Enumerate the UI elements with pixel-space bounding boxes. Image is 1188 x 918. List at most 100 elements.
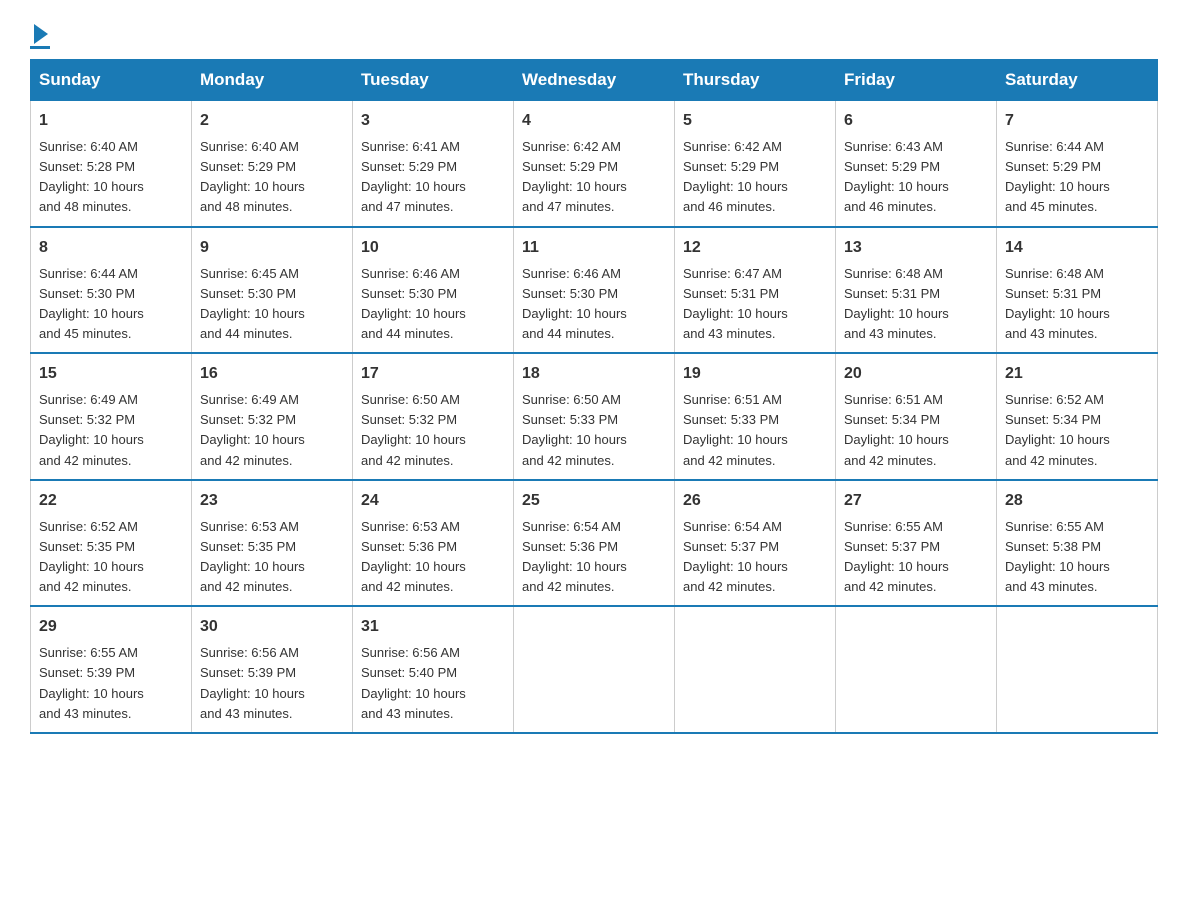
day-cell: 11 Sunrise: 6:46 AMSunset: 5:30 PMDaylig… (514, 227, 675, 354)
header-row: SundayMondayTuesdayWednesdayThursdayFrid… (31, 60, 1158, 101)
day-cell: 22 Sunrise: 6:52 AMSunset: 5:35 PMDaylig… (31, 480, 192, 607)
day-info: Sunrise: 6:47 AMSunset: 5:31 PMDaylight:… (683, 266, 788, 341)
day-number: 24 (361, 489, 505, 513)
day-number: 21 (1005, 362, 1149, 386)
logo-arrow-icon (34, 24, 48, 44)
day-info: Sunrise: 6:52 AMSunset: 5:34 PMDaylight:… (1005, 392, 1110, 467)
day-info: Sunrise: 6:49 AMSunset: 5:32 PMDaylight:… (39, 392, 144, 467)
day-number: 3 (361, 109, 505, 133)
day-number: 20 (844, 362, 988, 386)
col-header-tuesday: Tuesday (353, 60, 514, 101)
day-number: 28 (1005, 489, 1149, 513)
day-cell: 20 Sunrise: 6:51 AMSunset: 5:34 PMDaylig… (836, 353, 997, 480)
col-header-friday: Friday (836, 60, 997, 101)
day-number: 13 (844, 236, 988, 260)
col-header-sunday: Sunday (31, 60, 192, 101)
day-number: 26 (683, 489, 827, 513)
day-info: Sunrise: 6:51 AMSunset: 5:33 PMDaylight:… (683, 392, 788, 467)
day-number: 29 (39, 615, 183, 639)
day-info: Sunrise: 6:46 AMSunset: 5:30 PMDaylight:… (361, 266, 466, 341)
day-number: 31 (361, 615, 505, 639)
day-number: 16 (200, 362, 344, 386)
day-number: 22 (39, 489, 183, 513)
day-info: Sunrise: 6:54 AMSunset: 5:37 PMDaylight:… (683, 519, 788, 594)
day-cell: 26 Sunrise: 6:54 AMSunset: 5:37 PMDaylig… (675, 480, 836, 607)
day-info: Sunrise: 6:49 AMSunset: 5:32 PMDaylight:… (200, 392, 305, 467)
day-cell: 1 Sunrise: 6:40 AMSunset: 5:28 PMDayligh… (31, 101, 192, 227)
day-number: 1 (39, 109, 183, 133)
day-info: Sunrise: 6:48 AMSunset: 5:31 PMDaylight:… (1005, 266, 1110, 341)
day-cell: 21 Sunrise: 6:52 AMSunset: 5:34 PMDaylig… (997, 353, 1158, 480)
day-cell: 24 Sunrise: 6:53 AMSunset: 5:36 PMDaylig… (353, 480, 514, 607)
day-number: 15 (39, 362, 183, 386)
col-header-monday: Monday (192, 60, 353, 101)
day-info: Sunrise: 6:53 AMSunset: 5:36 PMDaylight:… (361, 519, 466, 594)
day-number: 9 (200, 236, 344, 260)
day-info: Sunrise: 6:40 AMSunset: 5:29 PMDaylight:… (200, 139, 305, 214)
day-number: 6 (844, 109, 988, 133)
day-cell: 14 Sunrise: 6:48 AMSunset: 5:31 PMDaylig… (997, 227, 1158, 354)
week-row-2: 8 Sunrise: 6:44 AMSunset: 5:30 PMDayligh… (31, 227, 1158, 354)
day-number: 25 (522, 489, 666, 513)
day-cell: 16 Sunrise: 6:49 AMSunset: 5:32 PMDaylig… (192, 353, 353, 480)
day-number: 14 (1005, 236, 1149, 260)
day-cell: 7 Sunrise: 6:44 AMSunset: 5:29 PMDayligh… (997, 101, 1158, 227)
calendar-table: SundayMondayTuesdayWednesdayThursdayFrid… (30, 59, 1158, 734)
day-number: 2 (200, 109, 344, 133)
day-cell: 9 Sunrise: 6:45 AMSunset: 5:30 PMDayligh… (192, 227, 353, 354)
day-cell: 6 Sunrise: 6:43 AMSunset: 5:29 PMDayligh… (836, 101, 997, 227)
day-info: Sunrise: 6:44 AMSunset: 5:29 PMDaylight:… (1005, 139, 1110, 214)
day-cell (836, 606, 997, 733)
day-cell: 3 Sunrise: 6:41 AMSunset: 5:29 PMDayligh… (353, 101, 514, 227)
day-number: 7 (1005, 109, 1149, 133)
day-number: 27 (844, 489, 988, 513)
day-cell: 13 Sunrise: 6:48 AMSunset: 5:31 PMDaylig… (836, 227, 997, 354)
day-cell: 2 Sunrise: 6:40 AMSunset: 5:29 PMDayligh… (192, 101, 353, 227)
day-cell: 23 Sunrise: 6:53 AMSunset: 5:35 PMDaylig… (192, 480, 353, 607)
day-info: Sunrise: 6:41 AMSunset: 5:29 PMDaylight:… (361, 139, 466, 214)
day-cell (514, 606, 675, 733)
day-cell: 12 Sunrise: 6:47 AMSunset: 5:31 PMDaylig… (675, 227, 836, 354)
day-cell: 5 Sunrise: 6:42 AMSunset: 5:29 PMDayligh… (675, 101, 836, 227)
day-cell (997, 606, 1158, 733)
day-number: 12 (683, 236, 827, 260)
day-number: 8 (39, 236, 183, 260)
day-info: Sunrise: 6:40 AMSunset: 5:28 PMDaylight:… (39, 139, 144, 214)
logo-underline (30, 46, 50, 49)
day-cell: 29 Sunrise: 6:55 AMSunset: 5:39 PMDaylig… (31, 606, 192, 733)
day-cell: 25 Sunrise: 6:54 AMSunset: 5:36 PMDaylig… (514, 480, 675, 607)
day-cell: 17 Sunrise: 6:50 AMSunset: 5:32 PMDaylig… (353, 353, 514, 480)
day-info: Sunrise: 6:54 AMSunset: 5:36 PMDaylight:… (522, 519, 627, 594)
week-row-5: 29 Sunrise: 6:55 AMSunset: 5:39 PMDaylig… (31, 606, 1158, 733)
day-info: Sunrise: 6:52 AMSunset: 5:35 PMDaylight:… (39, 519, 144, 594)
day-info: Sunrise: 6:44 AMSunset: 5:30 PMDaylight:… (39, 266, 144, 341)
day-info: Sunrise: 6:45 AMSunset: 5:30 PMDaylight:… (200, 266, 305, 341)
day-info: Sunrise: 6:50 AMSunset: 5:32 PMDaylight:… (361, 392, 466, 467)
day-number: 10 (361, 236, 505, 260)
day-info: Sunrise: 6:55 AMSunset: 5:38 PMDaylight:… (1005, 519, 1110, 594)
day-info: Sunrise: 6:56 AMSunset: 5:40 PMDaylight:… (361, 645, 466, 720)
day-cell: 19 Sunrise: 6:51 AMSunset: 5:33 PMDaylig… (675, 353, 836, 480)
day-cell (675, 606, 836, 733)
col-header-thursday: Thursday (675, 60, 836, 101)
col-header-wednesday: Wednesday (514, 60, 675, 101)
day-number: 23 (200, 489, 344, 513)
day-number: 4 (522, 109, 666, 133)
day-number: 17 (361, 362, 505, 386)
day-cell: 28 Sunrise: 6:55 AMSunset: 5:38 PMDaylig… (997, 480, 1158, 607)
page-header (30, 20, 1158, 49)
day-number: 5 (683, 109, 827, 133)
day-info: Sunrise: 6:48 AMSunset: 5:31 PMDaylight:… (844, 266, 949, 341)
week-row-4: 22 Sunrise: 6:52 AMSunset: 5:35 PMDaylig… (31, 480, 1158, 607)
day-info: Sunrise: 6:43 AMSunset: 5:29 PMDaylight:… (844, 139, 949, 214)
day-info: Sunrise: 6:53 AMSunset: 5:35 PMDaylight:… (200, 519, 305, 594)
day-info: Sunrise: 6:50 AMSunset: 5:33 PMDaylight:… (522, 392, 627, 467)
day-cell: 4 Sunrise: 6:42 AMSunset: 5:29 PMDayligh… (514, 101, 675, 227)
day-info: Sunrise: 6:55 AMSunset: 5:37 PMDaylight:… (844, 519, 949, 594)
day-cell: 15 Sunrise: 6:49 AMSunset: 5:32 PMDaylig… (31, 353, 192, 480)
week-row-1: 1 Sunrise: 6:40 AMSunset: 5:28 PMDayligh… (31, 101, 1158, 227)
day-cell: 18 Sunrise: 6:50 AMSunset: 5:33 PMDaylig… (514, 353, 675, 480)
day-info: Sunrise: 6:46 AMSunset: 5:30 PMDaylight:… (522, 266, 627, 341)
day-cell: 27 Sunrise: 6:55 AMSunset: 5:37 PMDaylig… (836, 480, 997, 607)
day-info: Sunrise: 6:42 AMSunset: 5:29 PMDaylight:… (522, 139, 627, 214)
